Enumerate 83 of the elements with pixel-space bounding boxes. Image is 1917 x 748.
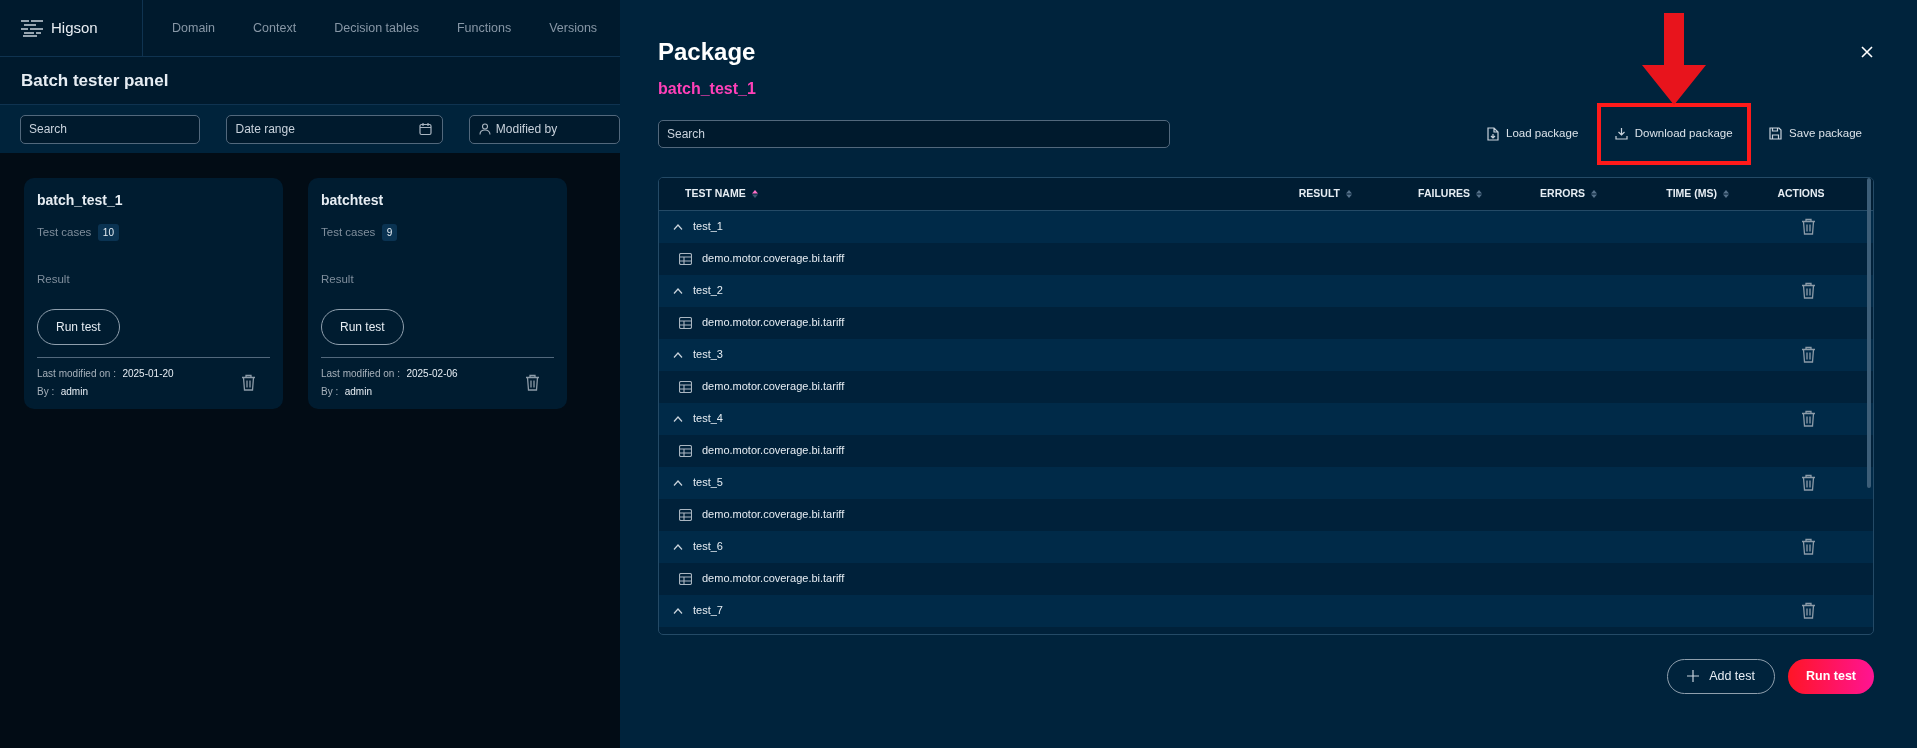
scrollbar[interactable] bbox=[1867, 177, 1871, 488]
trash-icon[interactable] bbox=[1800, 474, 1816, 491]
trash-icon[interactable] bbox=[1800, 538, 1816, 555]
save-button[interactable]: Save package bbox=[1757, 112, 1874, 155]
nav-link[interactable]: Domain bbox=[153, 18, 235, 38]
column-header[interactable]: TIME (MS) bbox=[1611, 185, 1743, 202]
collapse-chevron-icon[interactable] bbox=[673, 287, 683, 294]
table-icon bbox=[679, 252, 692, 265]
result-label: Result bbox=[37, 272, 71, 288]
load-button[interactable]: Load package bbox=[1475, 112, 1591, 155]
modified-label: Last modified on : bbox=[37, 366, 116, 381]
modified-label: Last modified on : bbox=[321, 366, 400, 381]
test-cases-label: Test cases bbox=[37, 225, 92, 240]
decision-table-name: demo.motor.coverage.bi.tariff bbox=[702, 379, 845, 395]
table-icon bbox=[679, 316, 692, 329]
column-header: ACTIONS bbox=[1776, 185, 1826, 201]
test-cases-label: Test cases bbox=[321, 225, 376, 240]
nav-link[interactable]: Functions bbox=[437, 18, 531, 38]
collapse-chevron-icon[interactable] bbox=[673, 543, 683, 550]
file-icon bbox=[1487, 126, 1499, 141]
author-name: admin bbox=[60, 384, 88, 399]
panel-title: Package bbox=[658, 37, 756, 67]
nav-link[interactable]: Versions bbox=[530, 18, 617, 38]
test-name: test_2 bbox=[693, 283, 723, 299]
modified-date: 2025-01-20 bbox=[122, 366, 174, 381]
run-test-button[interactable]: Run test bbox=[1788, 658, 1874, 694]
trash-icon[interactable] bbox=[1800, 282, 1816, 299]
test-name: test_4 bbox=[693, 411, 723, 427]
column-header[interactable]: FAILURES bbox=[1366, 185, 1496, 202]
search-field[interactable]: Search bbox=[659, 120, 1169, 147]
trash-icon[interactable] bbox=[1800, 410, 1816, 427]
decision-table-name: demo.motor.coverage.bi.tariff bbox=[702, 251, 845, 267]
count-badge: 9 bbox=[381, 224, 398, 242]
collapse-chevron-icon[interactable] bbox=[673, 607, 683, 614]
logo-icon bbox=[21, 19, 43, 37]
author-name: admin bbox=[344, 384, 372, 399]
test-name: test_6 bbox=[693, 539, 723, 555]
card-title: batch_test_1 bbox=[37, 191, 124, 210]
author-label: By : bbox=[321, 384, 339, 399]
collapse-chevron-icon[interactable] bbox=[673, 351, 683, 358]
download-icon bbox=[1614, 127, 1628, 140]
nav-link[interactable]: Decision tables bbox=[315, 18, 438, 38]
decision-table-name: demo.motor.coverage.bi.tariff bbox=[702, 315, 845, 331]
nav-link[interactable]: Context bbox=[234, 18, 316, 38]
table-icon bbox=[679, 508, 692, 521]
page-title: Batch tester panel bbox=[21, 69, 169, 92]
trash-icon[interactable] bbox=[1800, 602, 1816, 619]
user-icon bbox=[478, 123, 491, 135]
decision-table-name: demo.motor.coverage.bi.tariff bbox=[702, 507, 845, 523]
close-button[interactable] bbox=[1860, 45, 1874, 59]
author-label: By : bbox=[37, 384, 55, 399]
collapse-chevron-icon[interactable] bbox=[673, 479, 683, 486]
plus-icon bbox=[1687, 670, 1700, 682]
count-badge: 10 bbox=[97, 224, 119, 242]
trash-icon[interactable] bbox=[1800, 346, 1816, 363]
download-button[interactable]: Download package bbox=[1596, 102, 1751, 165]
column-header[interactable]: TEST NAME bbox=[659, 185, 1241, 202]
table-icon bbox=[679, 380, 692, 393]
card-title: batchtest bbox=[321, 191, 385, 210]
calendar-icon bbox=[418, 122, 432, 136]
user-filter-dropdown[interactable]: Modified by bbox=[469, 115, 619, 143]
trash-icon[interactable] bbox=[241, 373, 256, 391]
date-range-field[interactable]: Date range bbox=[227, 115, 442, 143]
table-icon bbox=[679, 572, 692, 585]
test-name: test_7 bbox=[693, 603, 723, 619]
search-field[interactable]: Search bbox=[21, 115, 200, 143]
column-header[interactable]: RESULT bbox=[1241, 185, 1366, 202]
brand-name: Higson bbox=[51, 17, 98, 38]
save-icon bbox=[1769, 127, 1783, 140]
test-name: test_5 bbox=[693, 475, 723, 491]
test-name: test_1 bbox=[693, 219, 723, 235]
table-icon bbox=[679, 444, 692, 457]
collapse-chevron-icon[interactable] bbox=[673, 223, 683, 230]
trash-icon[interactable] bbox=[1800, 218, 1816, 235]
test-name: test_3 bbox=[693, 347, 723, 363]
result-label: Result bbox=[321, 272, 355, 288]
decision-table-name: demo.motor.coverage.bi.tariff bbox=[702, 443, 845, 459]
collapse-chevron-icon[interactable] bbox=[673, 415, 683, 422]
column-header[interactable]: ERRORS bbox=[1496, 185, 1611, 202]
decision-table-name: demo.motor.coverage.bi.tariff bbox=[702, 571, 845, 587]
modified-date: 2025-02-06 bbox=[406, 366, 458, 381]
package-name: batch_test_1 bbox=[658, 79, 756, 97]
trash-icon[interactable] bbox=[525, 373, 540, 391]
